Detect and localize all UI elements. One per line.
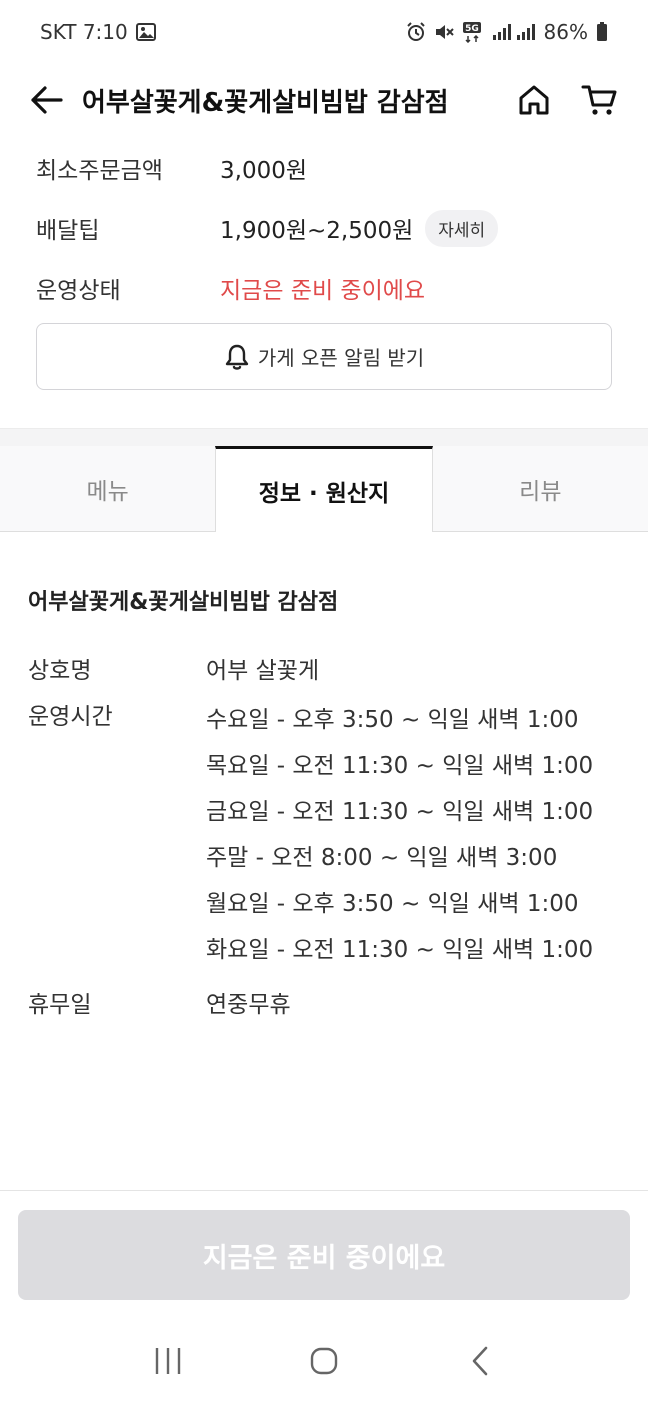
- business-name-value: 어부 살꽃게: [206, 658, 320, 684]
- home-button[interactable]: [512, 78, 556, 122]
- image-icon: [135, 23, 156, 41]
- hours-label: 운영시간: [28, 704, 113, 730]
- header: 어부살꽃게&꽃게살비빔밥 감삼점: [0, 64, 648, 136]
- business-name-row: 상호명 어부 살꽃게: [28, 654, 628, 688]
- svg-text:5G: 5G: [465, 24, 479, 34]
- recent-apps-icon: [155, 1348, 181, 1374]
- home-button-icon: [310, 1347, 338, 1375]
- store-name-heading: 어부살꽃게&꽃게살비빔밥 감삼점: [28, 590, 339, 615]
- min-order-row: 최소주문금액 3,000원: [36, 138, 612, 198]
- hours-item: 목요일 - 오전 11:30 ~ 익일 새벽 1:00: [206, 753, 594, 779]
- tab-bar: 메뉴 정보 · 원산지 리뷰: [0, 446, 648, 532]
- battery-icon: [596, 22, 608, 42]
- min-order-label: 최소주문금액: [36, 158, 163, 184]
- cart-button[interactable]: [578, 78, 622, 122]
- hours-row: 운영시간 수요일 - 오후 3:50 ~ 익일 새벽 1:00 목요일 - 오전…: [28, 700, 628, 976]
- tab-info-origin[interactable]: 정보 · 원산지: [215, 446, 433, 532]
- 5g-icon: 5G: [462, 21, 484, 43]
- delivery-tip-row: 배달팁 1,900원~2,500원 자세히: [36, 198, 612, 258]
- system-home-button[interactable]: [292, 1329, 356, 1393]
- home-icon: [519, 85, 549, 115]
- hours-item: 금요일 - 오전 11:30 ~ 익일 새벽 1:00: [206, 799, 594, 825]
- delivery-tip-label: 배달팁: [36, 218, 100, 244]
- back-button[interactable]: [24, 78, 68, 122]
- signal-icon: [492, 23, 536, 41]
- back-button-icon: [472, 1346, 488, 1376]
- business-name-label: 상호명: [28, 658, 92, 684]
- mute-icon: [434, 22, 454, 42]
- min-order-value: 3,000원: [220, 158, 308, 184]
- battery-text: 86%: [543, 20, 588, 44]
- store-summary: 최소주문금액 3,000원 배달팁 1,900원~2,500원 자세히 운영상태…: [36, 138, 612, 318]
- status-label: 운영상태: [36, 278, 121, 304]
- hours-list: 수요일 - 오후 3:50 ~ 익일 새벽 1:00 목요일 - 오전 11:3…: [206, 700, 616, 976]
- delivery-tip-value: 1,900원~2,500원: [220, 218, 414, 244]
- section-divider: [0, 428, 648, 446]
- hours-item: 화요일 - 오전 11:30 ~ 익일 새벽 1:00: [206, 937, 594, 963]
- carrier-time: SKT 7:10: [40, 20, 128, 44]
- cart-icon: [581, 85, 617, 115]
- store-info: 어부살꽃게&꽃게살비빔밥 감삼점 상호명 어부 살꽃게 운영시간 수요일 - 오…: [28, 578, 628, 1022]
- hours-item: 월요일 - 오후 3:50 ~ 익일 새벽 1:00: [206, 891, 579, 917]
- tab-menu[interactable]: 메뉴: [0, 446, 215, 531]
- status-row: 운영상태 지금은 준비 중이에요: [36, 258, 612, 318]
- recent-apps-button[interactable]: [136, 1329, 200, 1393]
- bell-icon: [225, 344, 249, 370]
- delivery-tip-detail-button[interactable]: 자세히: [425, 209, 499, 247]
- tab-reviews[interactable]: 리뷰: [433, 446, 648, 531]
- closed-day-row: 휴무일 연중무휴: [28, 988, 628, 1022]
- alarm-icon: [406, 22, 426, 42]
- page-title: 어부살꽃게&꽃게살비빔밥 감삼점: [82, 87, 449, 118]
- system-back-button[interactable]: [448, 1329, 512, 1393]
- hours-item: 주말 - 오전 8:00 ~ 익일 새벽 3:00: [206, 845, 558, 871]
- store-open-notify-button[interactable]: 가게 오픈 알림 받기: [36, 323, 612, 390]
- hours-item: 수요일 - 오후 3:50 ~ 익일 새벽 1:00: [206, 707, 579, 733]
- notify-button-label: 가게 오픈 알림 받기: [257, 346, 425, 370]
- back-arrow-icon: [31, 86, 63, 114]
- order-button-disabled[interactable]: 지금은 준비 중이에요: [18, 1210, 630, 1300]
- bottom-divider: [0, 1190, 648, 1191]
- closed-day-value: 연중무휴: [206, 992, 291, 1018]
- status-bar: SKT 7:10 5G 86%: [0, 0, 648, 64]
- closed-day-label: 휴무일: [28, 992, 92, 1018]
- system-nav-bar: [0, 1318, 648, 1404]
- status-value: 지금은 준비 중이에요: [220, 278, 426, 304]
